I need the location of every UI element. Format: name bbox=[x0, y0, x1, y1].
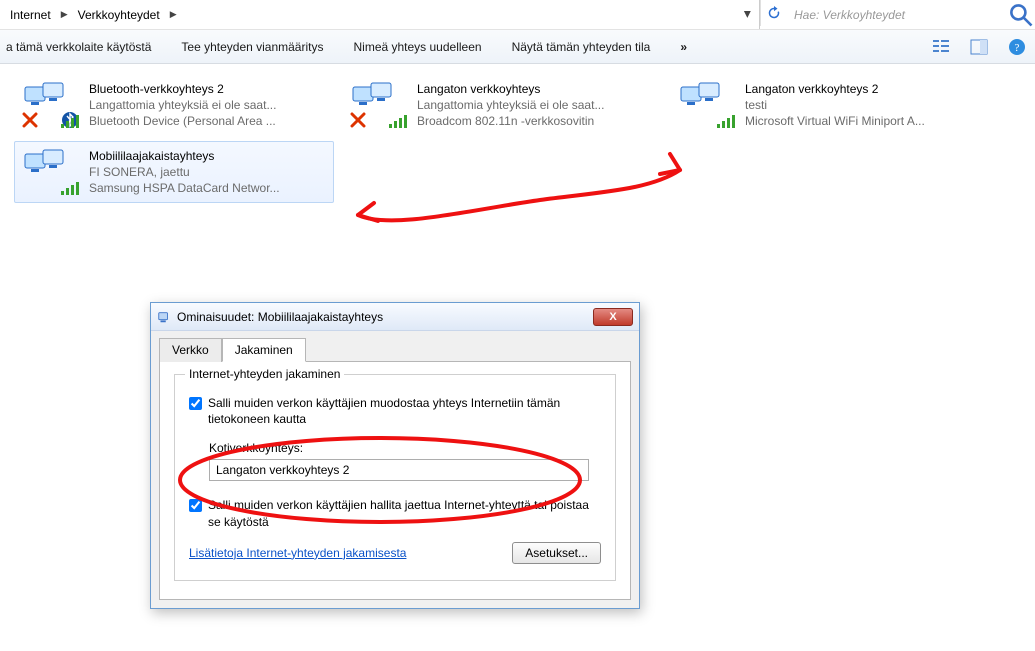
signal-bars-icon bbox=[389, 113, 409, 129]
connection-device: Samsung HSPA DataCard Networ... bbox=[89, 180, 280, 196]
svg-text:?: ? bbox=[1015, 42, 1020, 54]
connection-status: FI SONERA, jaettu bbox=[89, 164, 280, 180]
connection-icon bbox=[23, 81, 79, 127]
cmd-diagnose[interactable]: Tee yhteyden vianmääritys bbox=[175, 36, 329, 58]
connection-title: Mobiililaajakaistayhteys bbox=[89, 148, 280, 164]
connection-item[interactable]: Bluetooth-verkkoyhteys 2 Langattomia yht… bbox=[14, 74, 334, 137]
breadcrumb-item-connections[interactable]: Verkkoyhteydet bbox=[74, 8, 164, 22]
connection-item[interactable]: Langaton verkkoyhteys 2 testi Microsoft … bbox=[670, 74, 990, 137]
connection-device: Microsoft Virtual WiFi Miniport A... bbox=[745, 113, 925, 129]
home-connection-label: Kotiverkkoyhteys: bbox=[209, 441, 601, 455]
group-ics: Internet-yhteyden jakaminen Salli muiden… bbox=[174, 374, 616, 581]
connection-item[interactable]: Langaton verkkoyhteys Langattomia yhteyk… bbox=[342, 74, 662, 137]
settings-button[interactable]: Asetukset... bbox=[512, 542, 601, 564]
connection-device: Broadcom 802.11n -verkkosovitin bbox=[417, 113, 604, 129]
breadcrumb[interactable]: Internet ▶ Verkkoyhteydet ▶ ▶ bbox=[0, 0, 760, 29]
home-connection-select[interactable] bbox=[209, 459, 589, 481]
chk-allow-share-label: Salli muiden verkon käyttäjien muodostaa… bbox=[208, 395, 601, 427]
group-legend: Internet-yhteyden jakaminen bbox=[185, 367, 344, 381]
dialog-title-text: Ominaisuudet: Mobiililaajakaistayhteys bbox=[177, 310, 587, 324]
connection-status: Langattomia yhteyksiä ei ole saat... bbox=[417, 97, 604, 113]
chk-allow-control-label: Salli muiden verkon käyttäjien hallita j… bbox=[208, 497, 601, 529]
chevron-right-icon[interactable]: ▶ bbox=[168, 9, 179, 20]
chevron-right-icon[interactable]: ▶ bbox=[59, 9, 70, 20]
tab-sharing[interactable]: Jakaminen bbox=[222, 338, 306, 362]
address-bar: Internet ▶ Verkkoyhteydet ▶ ▶ Hae: Verkk… bbox=[0, 0, 1035, 30]
connection-title: Langaton verkkoyhteys 2 bbox=[745, 81, 925, 97]
search-placeholder: Hae: Verkkoyhteydet bbox=[794, 8, 905, 22]
connections-grid: Bluetooth-verkkoyhteys 2 Langattomia yht… bbox=[0, 64, 1035, 213]
more-info-link[interactable]: Lisätietoja Internet-yhteyden jakamisest… bbox=[189, 546, 406, 560]
cmd-rename[interactable]: Nimeä yhteys uudelleen bbox=[347, 36, 487, 58]
properties-dialog: Ominaisuudet: Mobiililaajakaistayhteys X… bbox=[150, 302, 640, 609]
disabled-x-icon bbox=[21, 111, 39, 129]
chk-allow-share[interactable]: Salli muiden verkon käyttäjien muodostaa… bbox=[189, 395, 601, 427]
chk-allow-control[interactable]: Salli muiden verkon käyttäjien hallita j… bbox=[189, 497, 601, 529]
breadcrumb-item-internet[interactable]: Internet bbox=[6, 8, 55, 22]
connection-icon bbox=[351, 81, 407, 127]
toolbar-overflow[interactable]: » bbox=[674, 36, 693, 58]
close-button[interactable]: X bbox=[593, 308, 633, 326]
tab-panel-sharing: Internet-yhteyden jakaminen Salli muiden… bbox=[159, 361, 631, 600]
connection-status: Langattomia yhteyksiä ei ole saat... bbox=[89, 97, 276, 113]
connection-icon bbox=[23, 148, 79, 194]
cmd-show-status[interactable]: Näytä tämän yhteyden tila bbox=[506, 36, 657, 58]
connection-icon bbox=[679, 81, 735, 127]
connection-status: testi bbox=[745, 97, 925, 113]
connection-title: Langaton verkkoyhteys bbox=[417, 81, 604, 97]
disabled-x-icon bbox=[349, 111, 367, 129]
search-input[interactable]: Hae: Verkkoyhteydet bbox=[786, 0, 1007, 29]
refresh-button[interactable] bbox=[760, 0, 786, 26]
search-icon[interactable] bbox=[1007, 0, 1035, 29]
view-options-icon[interactable] bbox=[931, 37, 951, 57]
chk-allow-share-input[interactable] bbox=[189, 397, 202, 410]
connection-item[interactable]: Mobiililaajakaistayhteys FI SONERA, jaet… bbox=[14, 141, 334, 204]
signal-bars-icon bbox=[717, 113, 737, 129]
chk-allow-control-input[interactable] bbox=[189, 499, 202, 512]
help-icon[interactable]: ? bbox=[1007, 37, 1027, 57]
connection-device: Bluetooth Device (Personal Area ... bbox=[89, 113, 276, 129]
close-icon: X bbox=[609, 311, 616, 323]
cmd-disable-device[interactable]: a tämä verkkolaite käytöstä bbox=[0, 36, 157, 58]
tab-strip: Verkko Jakaminen bbox=[151, 331, 639, 361]
toolbar: a tämä verkkolaite käytöstä Tee yhteyden… bbox=[0, 30, 1035, 64]
signal-bars-icon bbox=[61, 113, 81, 129]
chevron-down-icon[interactable]: ▶ bbox=[742, 9, 753, 20]
connection-title: Bluetooth-verkkoyhteys 2 bbox=[89, 81, 276, 97]
signal-bars-icon bbox=[61, 180, 81, 196]
dialog-titlebar[interactable]: Ominaisuudet: Mobiililaajakaistayhteys X bbox=[151, 303, 639, 331]
dialog-icon bbox=[157, 310, 171, 324]
tab-network[interactable]: Verkko bbox=[159, 338, 222, 362]
preview-pane-icon[interactable] bbox=[969, 37, 989, 57]
